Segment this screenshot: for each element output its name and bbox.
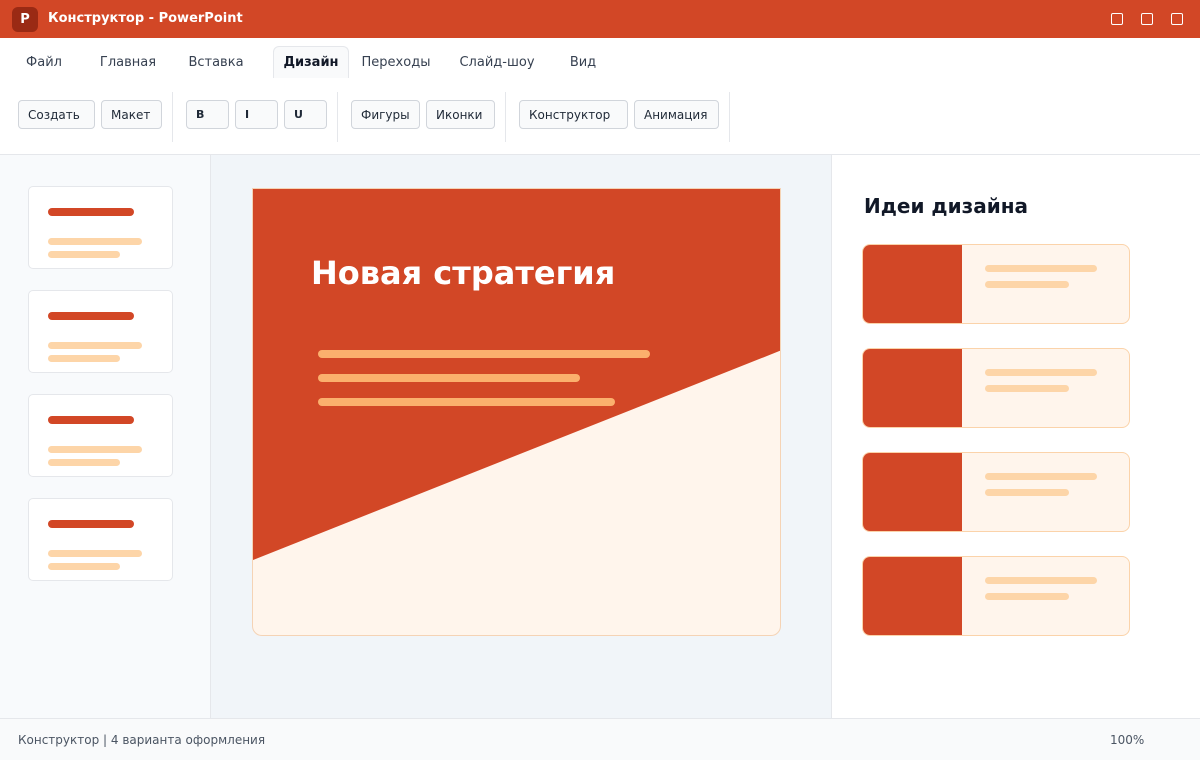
thumbnail-text-line [48, 342, 142, 349]
ribbon-divider [505, 92, 506, 142]
slide-thumbnail[interactable] [28, 290, 173, 373]
thumbnail-text-line [48, 563, 120, 570]
tab-insert[interactable]: Вставка [186, 46, 246, 78]
tab-file[interactable]: Файл [20, 46, 68, 78]
animation-button[interactable]: Анимация [634, 100, 719, 129]
idea-text-line [985, 385, 1069, 392]
thumbnail-title-bar [48, 416, 134, 424]
idea-text-line [985, 489, 1069, 496]
thumbnail-title-bar [48, 208, 134, 216]
thumbnail-text-line [48, 446, 142, 453]
tab-slideshow[interactable]: Слайд-шоу [456, 46, 538, 78]
designer-button[interactable]: Конструктор [519, 100, 628, 129]
thumbnail-text-line [48, 251, 120, 258]
ribbon-divider [729, 92, 730, 142]
zoom-level[interactable]: 100% [1110, 733, 1144, 747]
slide-thumbnail[interactable] [28, 394, 173, 477]
close-icon[interactable] [1171, 13, 1183, 25]
tab-view[interactable]: Вид [566, 46, 600, 78]
idea-color-swatch [863, 245, 962, 323]
layout-button[interactable]: Макет [101, 100, 162, 129]
thumbnail-text-line [48, 238, 142, 245]
design-ideas-panel: Идеи дизайна [831, 155, 1200, 718]
slide-text-line [318, 374, 580, 382]
status-bar: Конструктор | 4 варианта оформления 100% [0, 718, 1200, 760]
thumbnail-text-line [48, 550, 142, 557]
italic-button[interactable]: I [235, 100, 278, 129]
tab-transitions[interactable]: Переходы [358, 46, 434, 78]
idea-color-swatch [863, 453, 962, 531]
thumbnail-title-bar [48, 520, 134, 528]
idea-color-swatch [863, 349, 962, 427]
idea-text-line [985, 577, 1097, 584]
thumbnail-title-bar [48, 312, 134, 320]
window-title: Конструктор - PowerPoint [48, 11, 243, 26]
slide-thumbnail[interactable] [28, 186, 173, 269]
ribbon-divider [172, 92, 173, 142]
idea-text-line [985, 369, 1097, 376]
slide-thumbnails-panel [0, 155, 211, 718]
idea-text-line [985, 265, 1097, 272]
maximize-icon[interactable] [1141, 13, 1153, 25]
idea-color-swatch [863, 557, 962, 635]
create-button[interactable]: Создать [18, 100, 95, 129]
design-idea-card[interactable] [862, 348, 1130, 428]
current-slide[interactable]: Новая стратегия [252, 188, 781, 636]
tab-home[interactable]: Главная [96, 46, 160, 78]
bold-button[interactable]: B [186, 100, 229, 129]
ribbon-toolbar: Создать Макет B I U Фигуры Иконки Констр… [0, 88, 1200, 155]
icons-button[interactable]: Иконки [426, 100, 495, 129]
slide-canvas: Новая стратегия [211, 155, 831, 718]
powerpoint-app-icon: P [12, 7, 38, 32]
slide-title[interactable]: Новая стратегия [311, 254, 615, 292]
title-bar: P Конструктор - PowerPoint [0, 0, 1200, 38]
slide-thumbnail[interactable] [28, 498, 173, 581]
design-idea-card[interactable] [862, 556, 1130, 636]
shapes-button[interactable]: Фигуры [351, 100, 420, 129]
ribbon-divider [337, 92, 338, 142]
ribbon-tabs: Файл Главная Вставка Дизайн Переходы Сла… [0, 38, 1200, 88]
design-ideas-title: Идеи дизайна [864, 194, 1029, 218]
idea-text-line [985, 473, 1097, 480]
thumbnail-text-line [48, 459, 120, 466]
slide-text-line [318, 398, 615, 406]
design-idea-card[interactable] [862, 244, 1130, 324]
minimize-icon[interactable] [1111, 13, 1123, 25]
underline-button[interactable]: U [284, 100, 327, 129]
design-idea-card[interactable] [862, 452, 1130, 532]
thumbnail-text-line [48, 355, 120, 362]
tab-design[interactable]: Дизайн [273, 46, 349, 78]
idea-text-line [985, 281, 1069, 288]
status-text: Конструктор | 4 варианта оформления [18, 733, 266, 747]
idea-text-line [985, 593, 1069, 600]
slide-text-line [318, 350, 650, 358]
